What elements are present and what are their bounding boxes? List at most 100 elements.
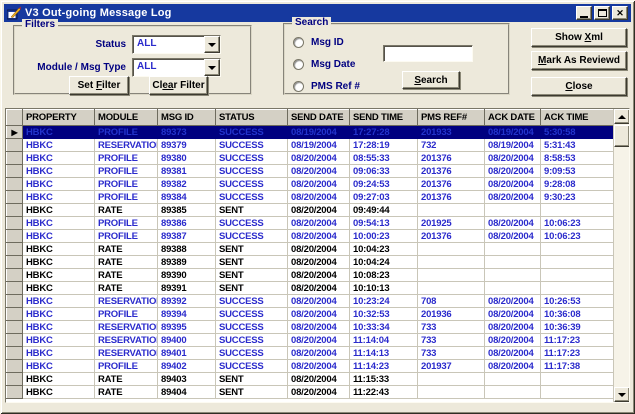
cell-send-date: 08/19/2004 — [288, 139, 350, 152]
search-button[interactable]: Search — [402, 71, 460, 89]
row-selector[interactable]: ▶ — [7, 321, 23, 334]
radio-msg-date[interactable]: Msg Date — [293, 58, 355, 70]
table-row[interactable]: ▶ HBKC PROFILE 89402 SUCCESS 08/20/2004 … — [7, 360, 614, 373]
table-row[interactable]: ▶ HBKC RATE 89403 SENT 08/20/2004 11:15:… — [7, 373, 614, 386]
row-selector[interactable]: ▶ — [7, 152, 23, 165]
cell-ack-date: 08/20/2004 — [485, 321, 541, 334]
table-row[interactable]: ▶ HBKC RATE 89391 SENT 08/20/2004 10:10:… — [7, 282, 614, 295]
table-row[interactable]: ▶ HBKC RATE 89385 SENT 08/20/2004 09:49:… — [7, 204, 614, 217]
cell-send-date: 08/20/2004 — [288, 373, 350, 386]
cell-ack-time — [541, 204, 614, 217]
column-header-send-time[interactable]: SEND TIME — [350, 110, 418, 126]
close-button[interactable]: Close — [531, 77, 627, 96]
row-selector[interactable]: ▶ — [7, 256, 23, 269]
minimize-button[interactable] — [576, 6, 592, 20]
status-label: Status — [15, 39, 126, 50]
cell-ack-time: 11:17:23 — [541, 347, 614, 360]
cell-property: HBKC — [23, 191, 95, 204]
cell-send-time: 17:27:28 — [350, 126, 418, 139]
scroll-up-button[interactable] — [614, 109, 630, 124]
table-row[interactable]: ▶ HBKC RATE 89388 SENT 08/20/2004 10:04:… — [7, 243, 614, 256]
row-selector[interactable]: ▶ — [7, 295, 23, 308]
search-input[interactable] — [383, 45, 473, 62]
cell-ack-date — [485, 386, 541, 399]
cell-ack-date — [485, 204, 541, 217]
radio-msg-id-circle[interactable] — [293, 37, 304, 48]
module-dropdown[interactable]: ALL — [132, 58, 221, 77]
row-selector[interactable]: ▶ — [7, 243, 23, 256]
column-header-msg-id[interactable]: MSG ID — [158, 110, 216, 126]
maximize-button[interactable] — [594, 6, 610, 20]
row-selector[interactable]: ▶ — [7, 308, 23, 321]
table-row[interactable]: ▶ HBKC PROFILE 89386 SUCCESS 08/20/2004 … — [7, 217, 614, 230]
row-selector[interactable]: ▶ — [7, 282, 23, 295]
set-filter-button[interactable]: Set Filter — [69, 76, 129, 95]
column-header-status[interactable]: STATUS — [216, 110, 288, 126]
row-selector[interactable]: ▶ — [7, 126, 23, 139]
vertical-scrollbar[interactable] — [613, 109, 629, 402]
column-header-send-date[interactable]: SEND DATE — [288, 110, 350, 126]
column-header-ack-time[interactable]: ACK TIME — [541, 110, 614, 126]
column-header-pms-ref[interactable]: PMS REF# — [418, 110, 485, 126]
cell-pms-ref: 201933 — [418, 126, 485, 139]
table-row[interactable]: ▶ HBKC PROFILE 89380 SUCCESS 08/20/2004 … — [7, 152, 614, 165]
row-selector[interactable]: ▶ — [7, 165, 23, 178]
cell-ack-date: 08/20/2004 — [485, 360, 541, 373]
module-dropdown-button[interactable] — [204, 59, 220, 76]
radio-msg-date-circle[interactable] — [293, 59, 304, 70]
row-selector[interactable]: ▶ — [7, 178, 23, 191]
table-row[interactable]: ▶ HBKC RATE 89390 SENT 08/20/2004 10:08:… — [7, 269, 614, 282]
radio-msg-id[interactable]: Msg ID — [293, 36, 344, 48]
table-row[interactable]: ▶ HBKC RESERVATION 89400 SUCCESS 08/20/2… — [7, 334, 614, 347]
table-row[interactable]: ▶ HBKC RESERVATION 89379 SUCCESS 08/19/2… — [7, 139, 614, 152]
column-header-ack-date[interactable]: ACK DATE — [485, 110, 541, 126]
row-selector[interactable]: ▶ — [7, 386, 23, 399]
close-window-button[interactable]: ✕ — [612, 6, 628, 20]
cell-ack-date: 08/20/2004 — [485, 217, 541, 230]
column-header-property[interactable]: PROPERTY — [23, 110, 95, 126]
status-dropdown-button[interactable] — [204, 36, 220, 53]
cell-send-date: 08/20/2004 — [288, 256, 350, 269]
mark-as-reviewed-button[interactable]: Mark As Reviewd — [531, 51, 627, 70]
table-row[interactable]: ▶ HBKC PROFILE 89381 SUCCESS 08/20/2004 … — [7, 165, 614, 178]
radio-pms-ref-circle[interactable] — [293, 81, 304, 92]
row-selector[interactable]: ▶ — [7, 334, 23, 347]
scrollbar-thumb[interactable] — [614, 125, 630, 147]
row-selector[interactable]: ▶ — [7, 360, 23, 373]
cell-pms-ref: 201925 — [418, 217, 485, 230]
table-row[interactable]: ▶ HBKC PROFILE 89382 SUCCESS 08/20/2004 … — [7, 178, 614, 191]
cell-msg-id: 89380 — [158, 152, 216, 165]
cell-send-date: 08/20/2004 — [288, 243, 350, 256]
row-selector[interactable]: ▶ — [7, 269, 23, 282]
status-dropdown-value: ALL — [133, 36, 204, 53]
row-selector[interactable]: ▶ — [7, 347, 23, 360]
selected-row-arrow-icon: ▶ — [7, 127, 22, 138]
cell-ack-date — [485, 373, 541, 386]
table-row[interactable]: ▶ HBKC PROFILE 89387 SUCCESS 08/20/2004 … — [7, 230, 614, 243]
radio-pms-ref[interactable]: PMS Ref # — [293, 80, 360, 92]
cell-ack-date: 08/20/2004 — [485, 191, 541, 204]
table-row[interactable]: ▶ HBKC PROFILE 89384 SUCCESS 08/20/2004 … — [7, 191, 614, 204]
table-row[interactable]: ▶ HBKC RATE 89404 SENT 08/20/2004 11:22:… — [7, 386, 614, 399]
show-xml-button[interactable]: Show Xml — [531, 28, 627, 47]
close-icon: ✕ — [616, 9, 624, 18]
row-selector[interactable]: ▶ — [7, 139, 23, 152]
table-row[interactable]: ▶ HBKC RATE 89389 SENT 08/20/2004 10:04:… — [7, 256, 614, 269]
row-selector[interactable]: ▶ — [7, 217, 23, 230]
cell-send-time: 11:22:43 — [350, 386, 418, 399]
scroll-down-button[interactable] — [614, 387, 630, 402]
cell-msg-id: 89390 — [158, 269, 216, 282]
table-row[interactable]: ▶ HBKC PROFILE 89394 SUCCESS 08/20/2004 … — [7, 308, 614, 321]
table-row[interactable]: ▶ HBKC RESERVATION 89401 SUCCESS 08/20/2… — [7, 347, 614, 360]
status-dropdown[interactable]: ALL — [132, 35, 221, 54]
column-header-module[interactable]: MODULE — [95, 110, 158, 126]
row-selector[interactable]: ▶ — [7, 204, 23, 217]
cell-msg-id: 89384 — [158, 191, 216, 204]
row-selector[interactable]: ▶ — [7, 230, 23, 243]
row-selector[interactable]: ▶ — [7, 373, 23, 386]
clear-filter-button[interactable]: Clear Filter — [149, 76, 208, 95]
table-row[interactable]: ▶ HBKC PROFILE 89373 SUCCESS 08/19/2004 … — [7, 126, 614, 139]
row-selector[interactable]: ▶ — [7, 191, 23, 204]
table-row[interactable]: ▶ HBKC RESERVATION 89392 SUCCESS 08/20/2… — [7, 295, 614, 308]
table-row[interactable]: ▶ HBKC RESERVATION 89395 SUCCESS 08/20/2… — [7, 321, 614, 334]
